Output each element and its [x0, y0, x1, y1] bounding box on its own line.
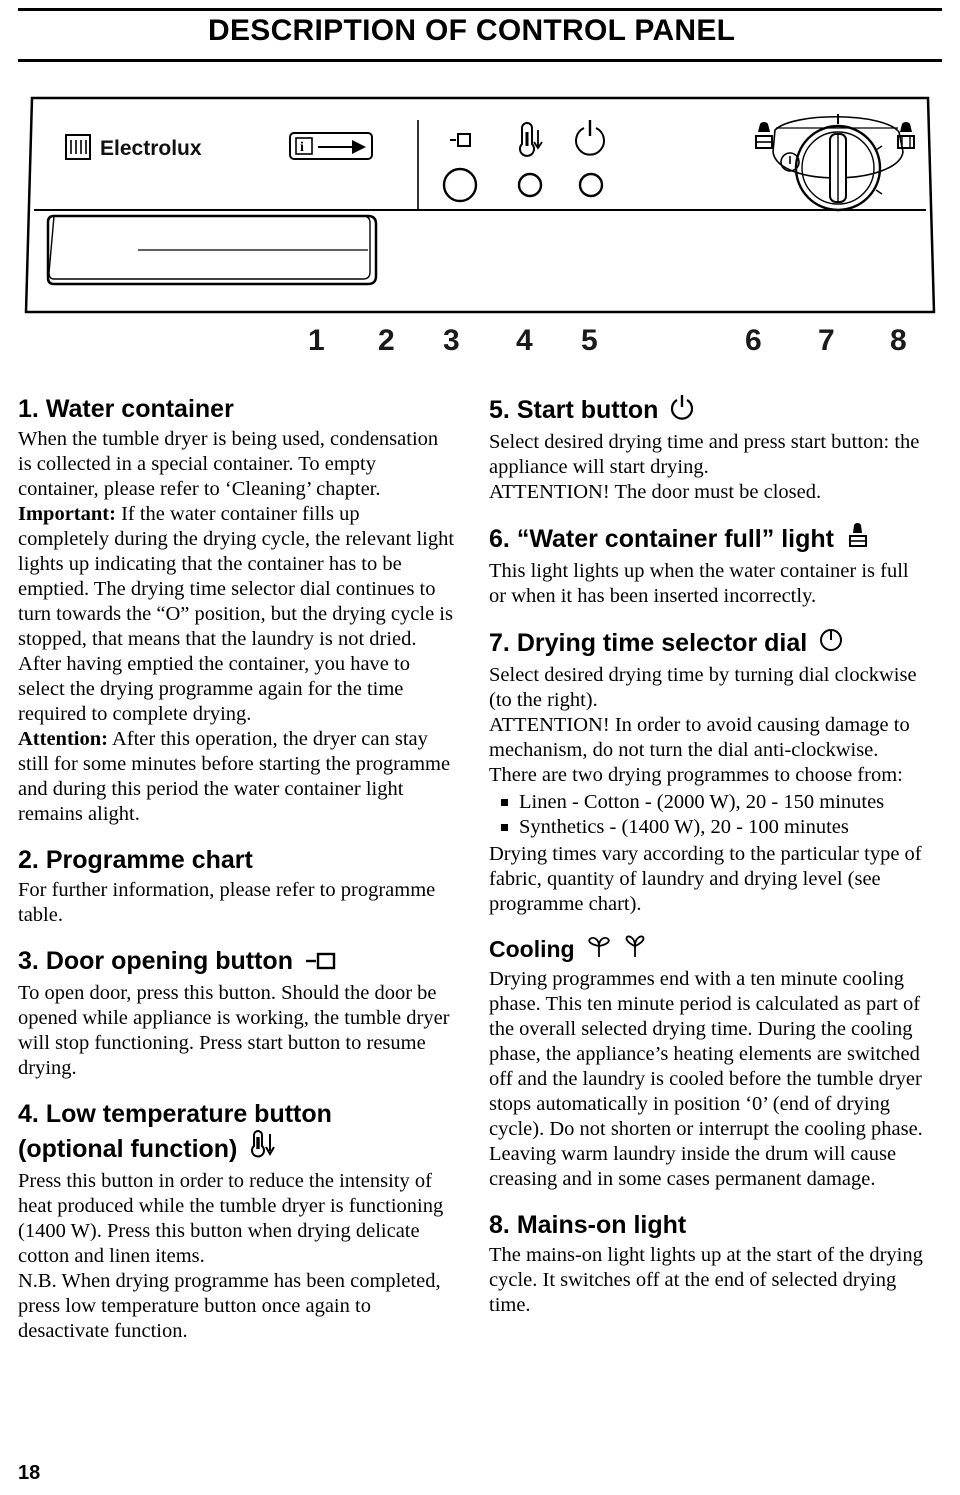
dial-icon [818, 627, 844, 660]
callout-number-7: 7 [818, 324, 835, 357]
heading-number-2: 2. [18, 846, 39, 874]
heading-cooling: Cooling [489, 933, 926, 965]
door-opening-icon [304, 948, 338, 978]
start-button-paragraph-2: ATTENTION! The door must be closed. [489, 481, 822, 503]
dial-paragraph-4: Drying times vary according to the parti… [489, 843, 922, 915]
heading-text-7: Drying time selector dial [516, 629, 808, 657]
water-container-paragraph-1: When the tumble dryer is being used, con… [18, 428, 439, 500]
body-columns: 1. Water container When the tumble dryer… [18, 394, 942, 1344]
mains-on-light-paragraph: The mains-on light lights up at the star… [489, 1244, 923, 1316]
water-container-paragraph-3: Attention: After this operation, the dry… [18, 727, 455, 827]
callout-number-6: 6 [745, 324, 762, 357]
heading-number-1: 1. [18, 395, 39, 423]
heading-number-8: 8. [489, 1211, 510, 1239]
heading-text-4: Low temperature button [45, 1100, 332, 1128]
attention-label: Attention: [18, 728, 108, 750]
water-container-full-icon [845, 522, 871, 556]
callout-number-4: 4 [516, 324, 533, 357]
water-container-paragraph-2-text: If the water container fills up complete… [18, 503, 455, 725]
callout-number-3: 3 [443, 324, 460, 357]
heading-text-4-line2: (optional function) [18, 1135, 238, 1163]
heading-text-8: Mains-on light [516, 1211, 687, 1239]
heading-number-4: 4. [18, 1100, 39, 1128]
heading-text-cooling: Cooling [489, 936, 575, 962]
cooling-leaf-icon [623, 933, 647, 965]
dryer-drawing: Electrolux i [24, 96, 936, 314]
callout-number-row: 1 2 3 4 5 6 7 8 [18, 324, 942, 364]
heading-text-2: Programme chart [45, 846, 253, 874]
heading-text-6: “Water container full” light [516, 525, 834, 553]
heading-door-opening-button: 3. Door opening button [18, 946, 455, 978]
heading-number-5: 5. [489, 396, 510, 424]
dial-paragraph-3: There are two drying programmes to choos… [489, 764, 903, 786]
page-title: DESCRIPTION OF CONTROL PANEL [208, 14, 736, 47]
low-temperature-paragraph-2: N.B. When drying programme has been comp… [18, 1270, 441, 1342]
heading-programme-chart: 2. Programme chart [18, 845, 455, 875]
header-rule-top [18, 8, 942, 11]
callout-number-5: 5 [581, 324, 598, 357]
heading-number-6: 6. [489, 525, 510, 553]
list-item: Linen - Cotton - (2000 W), 20 - 150 minu… [489, 790, 926, 815]
drying-programme-list: Linen - Cotton - (2000 W), 20 - 150 minu… [489, 790, 926, 840]
dial-paragraph-1: Select desired drying time by turning di… [489, 664, 917, 711]
left-column: 1. Water container When the tumble dryer… [18, 394, 455, 1344]
heading-low-temperature-button: 4. Low temperature button (optional func… [18, 1099, 455, 1166]
low-temperature-paragraph-1: Press this button in order to reduce the… [18, 1170, 444, 1267]
page-header: DESCRIPTION OF CONTROL PANEL [18, 8, 942, 62]
header-rule-bottom [18, 59, 942, 62]
water-container-paragraph-2: Important: If the water container fills … [18, 502, 455, 727]
cooling-paragraph: Drying programmes end with a ten minute … [489, 968, 923, 1190]
callout-number-1: 1 [308, 324, 325, 357]
important-label: Important: [18, 503, 116, 525]
heading-text-1: Water container [45, 395, 234, 423]
heading-number-7: 7. [489, 629, 510, 657]
right-column: 5. Start button Select desired drying ti… [489, 394, 926, 1344]
heading-water-container: 1. Water container [18, 394, 455, 424]
cooling-fan-icon [585, 933, 613, 965]
heading-drying-time-selector-dial: 7. Drying time selector dial [489, 627, 926, 660]
heading-text-3: Door opening button [45, 947, 293, 975]
start-button-paragraph-1: Select desired drying time and press sta… [489, 431, 920, 478]
list-item: Synthetics - (1400 W), 20 - 100 minutes [489, 815, 926, 840]
svg-text:i: i [300, 140, 304, 155]
heading-number-3: 3. [18, 947, 39, 975]
manual-page: DESCRIPTION OF CONTROL PANEL Electrolux [0, 8, 960, 1495]
callout-number-8: 8 [890, 324, 907, 357]
door-opening-paragraph: To open door, press this button. Should … [18, 982, 450, 1079]
low-temperature-icon [248, 1129, 278, 1166]
dial-paragraph-2: ATTENTION! In order to avoid causing dam… [489, 714, 910, 761]
programme-chart-paragraph: For further information, please refer to… [18, 879, 436, 926]
heading-water-container-full-light: 6. “Water container full” light [489, 522, 926, 556]
control-panel-illustration: Electrolux i 1 2 3 4 5 6 7 8 [18, 84, 942, 384]
water-container-full-paragraph: This light lights up when the water cont… [489, 560, 909, 607]
svg-text:Electrolux: Electrolux [100, 137, 202, 160]
start-button-icon [669, 394, 695, 427]
heading-text-5: Start button [516, 396, 659, 424]
page-number: 18 [18, 1462, 41, 1484]
heading-mains-on-light: 8. Mains-on light [489, 1210, 926, 1240]
callout-number-2: 2 [378, 324, 395, 357]
heading-start-button: 5. Start button [489, 394, 926, 427]
